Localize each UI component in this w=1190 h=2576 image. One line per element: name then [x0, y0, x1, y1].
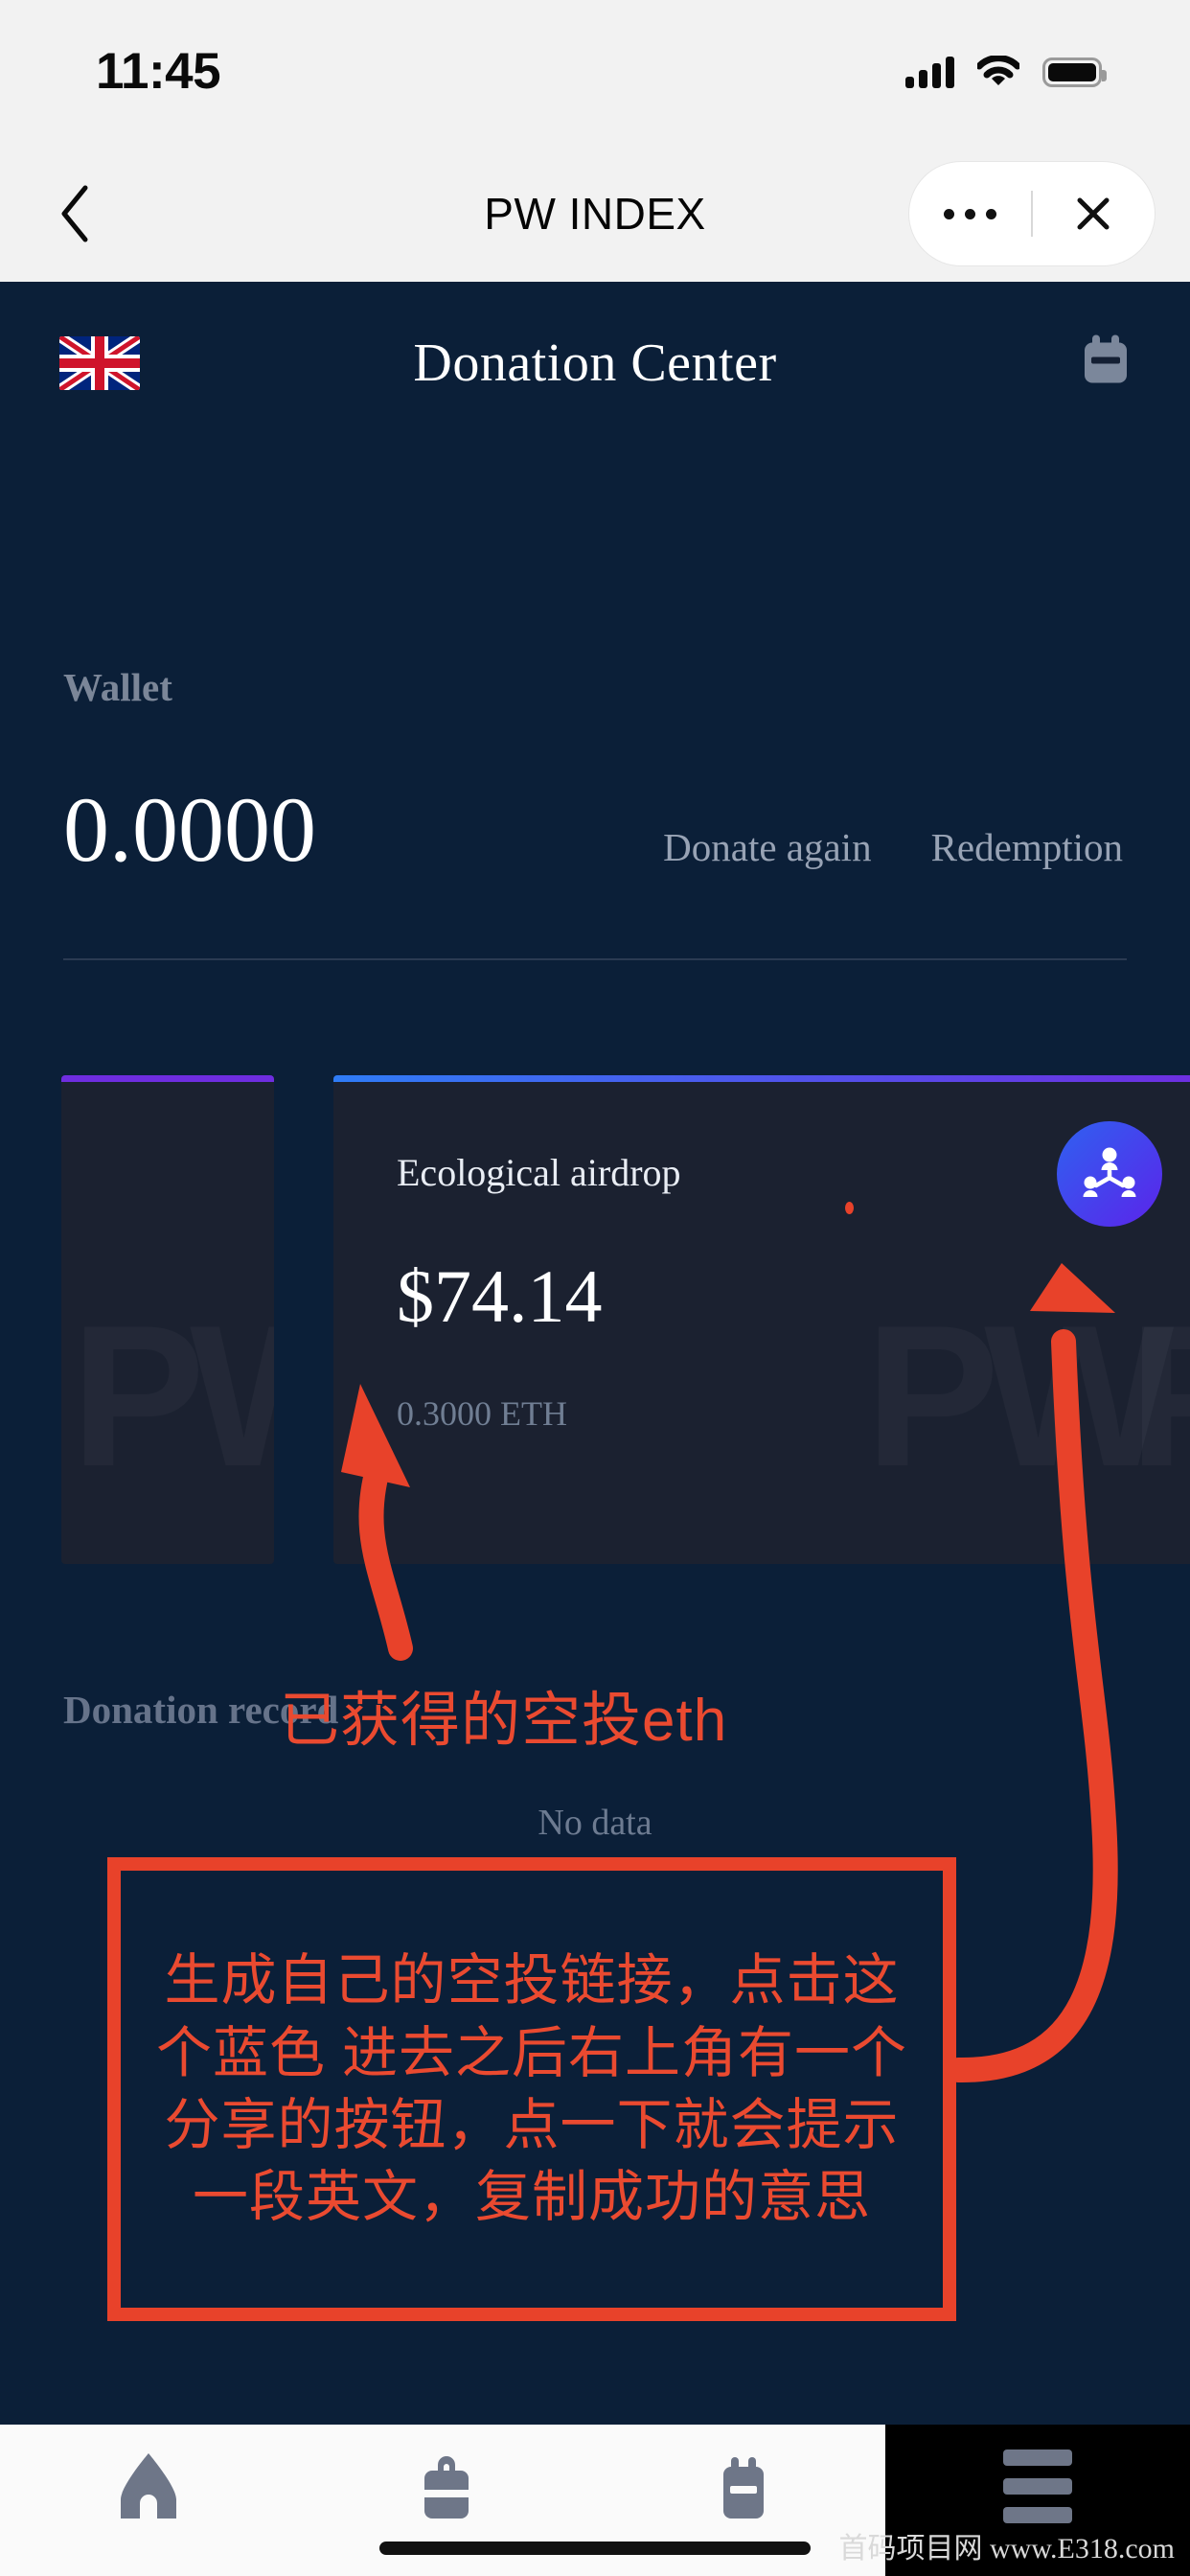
donation-record-label: Donation record — [63, 1688, 339, 1732]
close-icon — [1077, 197, 1110, 230]
calendar-icon — [723, 2457, 765, 2518]
briefcase-icon — [423, 2456, 469, 2518]
card-watermark: PW — [1129, 1296, 1190, 1497]
status-bar: 11:45 — [0, 0, 1190, 146]
wallet-amount: 0.0000 — [63, 778, 316, 881]
signal-bars-icon — [905, 56, 954, 88]
wallet-divider — [63, 958, 1127, 960]
home-icon — [121, 2453, 177, 2518]
tab-calendar[interactable] — [595, 2446, 893, 2526]
card-title: Ecological airdrop — [397, 1151, 681, 1194]
app-header: Donation Center — [0, 282, 1190, 445]
site-watermark: 首码项目网 www.E318.com — [838, 2533, 1175, 2564]
card-watermark: PW — [865, 1296, 1158, 1497]
back-button[interactable] — [42, 180, 109, 247]
airdrop-card-row: PW PW PW Ecological airdrop $74.14 0.300… — [0, 1075, 1190, 1564]
card-left-accent — [61, 1075, 274, 1082]
redemption-button[interactable]: Redemption — [931, 824, 1123, 870]
home-indicator — [379, 2542, 811, 2555]
wifi-icon — [975, 55, 1021, 88]
wallet-row: 0.0000 Donate again Redemption — [0, 784, 1190, 876]
ellipsis-icon — [944, 208, 997, 219]
donate-again-button[interactable]: Donate again — [663, 824, 871, 870]
notification-dot — [845, 1202, 854, 1214]
app-title: Donation Center — [413, 334, 777, 393]
card-right-accent — [333, 1075, 1190, 1082]
status-time: 11:45 — [96, 42, 221, 100]
tab-briefcase[interactable] — [298, 2446, 596, 2526]
wallet-actions: Donate again Redemption — [663, 824, 1123, 870]
card-amount-eth: 0.3000 ETH — [397, 1394, 567, 1433]
card-left[interactable]: PW — [61, 1075, 274, 1564]
annotation-callout-1: 已获得的空投eth — [280, 1688, 728, 1754]
battery-icon — [1042, 57, 1107, 87]
tab-bar-dark-section: 首码项目网 www.E318.com — [838, 2425, 1190, 2576]
hamburger-menu-icon[interactable] — [1003, 2446, 1072, 2526]
card-amount-usd: $74.14 — [397, 1254, 603, 1338]
card-watermark: PW — [71, 1296, 274, 1497]
donation-record-empty: No data — [538, 1803, 652, 1843]
annotation-callout-2: 生成自己的空投链接，点击这个蓝色 进去之后右上角有一个分享的按钮，点一下就会提示… — [155, 1949, 908, 2229]
calendar-icon[interactable] — [1081, 334, 1131, 392]
wallet-label: Wallet — [63, 665, 172, 709]
wechat-capsule — [908, 161, 1156, 266]
annotation-callout-box: 生成自己的空投链接，点击这个蓝色 进去之后右上角有一个分享的按钮，点一下就会提示… — [107, 1857, 956, 2321]
close-button[interactable] — [1033, 162, 1155, 265]
phone-screen: 11:45 PW INDEX Donation Center Wallet 0.… — [0, 0, 1190, 2576]
nav-bar: PW INDEX — [0, 146, 1190, 282]
uk-flag-icon[interactable] — [59, 336, 140, 390]
tab-home[interactable] — [0, 2446, 298, 2526]
team-network-icon[interactable] — [1057, 1121, 1162, 1227]
status-indicators — [905, 55, 1107, 88]
more-button[interactable] — [909, 162, 1031, 265]
card-ecological-airdrop[interactable]: PW PW Ecological airdrop $74.14 0.3000 E… — [333, 1075, 1190, 1564]
